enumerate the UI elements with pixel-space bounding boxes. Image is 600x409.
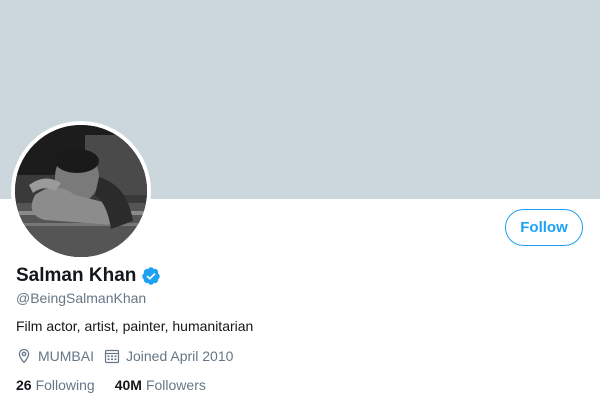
follow-button[interactable]: Follow (505, 209, 583, 246)
profile-bio: Film actor, artist, painter, humanitaria… (16, 318, 254, 334)
profile-handle: @BeingSalmanKhan (16, 290, 147, 306)
location-item: MUMBAI (16, 348, 94, 364)
location-pin-icon (16, 348, 38, 364)
following-label: Following (35, 377, 95, 393)
avatar[interactable] (11, 121, 151, 261)
following-link[interactable]: 26 Following (16, 377, 95, 393)
verified-badge-icon (141, 266, 161, 286)
calendar-icon (104, 348, 126, 364)
profile-name-row: Salman Khan (16, 264, 161, 288)
following-count: 26 (16, 377, 32, 393)
avatar-photo (15, 125, 147, 257)
profile-meta: MUMBAI Joined April 2010 (16, 346, 243, 366)
followers-link[interactable]: 40M Followers (115, 377, 206, 393)
followers-label: Followers (145, 377, 206, 393)
profile-name: Salman Khan (16, 265, 137, 286)
followers-count: 40M (114, 377, 142, 393)
profile-stats: 26 Following 40M Followers (16, 375, 226, 395)
location-label: MUMBAI (38, 348, 94, 364)
joined-item: Joined April 2010 (104, 348, 233, 364)
joined-label: Joined April 2010 (126, 348, 234, 364)
